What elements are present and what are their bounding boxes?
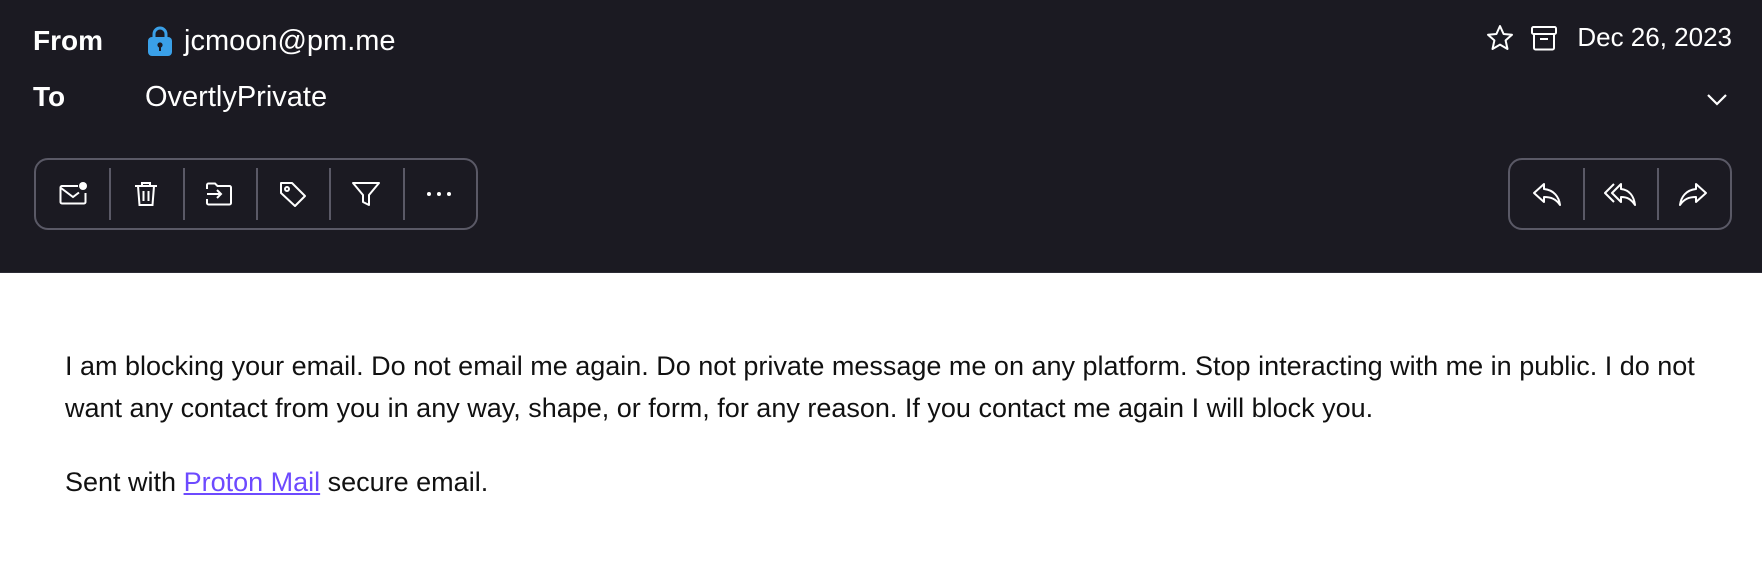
star-icon[interactable] xyxy=(1485,23,1515,53)
reply-all-button[interactable] xyxy=(1583,168,1656,220)
move-to-folder-icon xyxy=(206,182,233,206)
mark-unread-icon xyxy=(59,182,87,205)
to-label: To xyxy=(33,81,66,112)
message-text: I am blocking your email. Do not email m… xyxy=(65,351,1695,423)
archive-icon[interactable] xyxy=(1529,23,1559,53)
label-button[interactable] xyxy=(255,168,329,220)
from-label: From xyxy=(33,25,103,56)
move-to-folder-button[interactable] xyxy=(182,168,256,220)
trash-icon xyxy=(134,182,157,206)
reply-actions-toolbar xyxy=(1508,158,1732,230)
delete-button[interactable] xyxy=(109,168,182,220)
sender-address[interactable]: jcmoon@pm.me xyxy=(184,25,396,58)
mark-unread-button[interactable] xyxy=(36,168,109,220)
more-icon xyxy=(427,192,452,196)
proton-mail-link[interactable]: Proton Mail xyxy=(184,467,321,497)
chevron-down-icon[interactable] xyxy=(1702,84,1732,114)
message-header: From jcmoon@pm.me To OvertlyPrivate Dec … xyxy=(0,0,1762,273)
message-meta: Dec 26, 2023 xyxy=(1485,22,1732,53)
reply-all-icon xyxy=(1603,183,1636,206)
recipient-name[interactable]: OvertlyPrivate xyxy=(145,81,327,114)
reply-icon xyxy=(1532,183,1561,206)
forward-button[interactable] xyxy=(1656,168,1730,220)
lock-icon xyxy=(146,26,174,56)
message-actions-toolbar xyxy=(34,158,478,230)
message-date: Dec 26, 2023 xyxy=(1577,22,1732,52)
signature: Sent with Proton Mail secure email. xyxy=(65,467,488,498)
signature-suffix: secure email. xyxy=(320,467,489,497)
reply-button[interactable] xyxy=(1510,168,1583,220)
label-icon xyxy=(279,182,306,207)
signature-prefix: Sent with xyxy=(65,467,184,497)
forward-icon xyxy=(1679,183,1708,206)
more-button[interactable] xyxy=(402,168,476,220)
filter-button[interactable] xyxy=(329,168,402,220)
filter-icon xyxy=(351,182,380,206)
